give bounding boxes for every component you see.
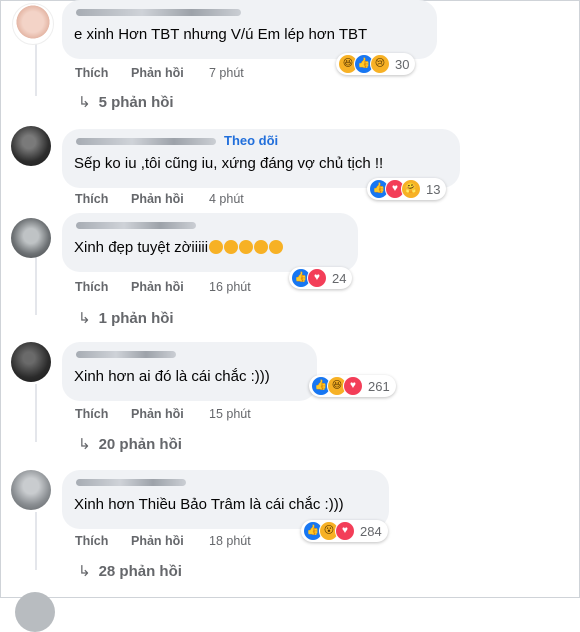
reply-arrow-icon: ↳ [78,563,91,580]
thread-line [35,512,37,570]
view-replies-label: 28 phản hồi [98,563,182,580]
comment-text: Xinh hơn ai đó là cái chắc :))) [74,368,270,385]
reaction-summary[interactable]: 👍 ♥ 🤗 13 [367,178,447,200]
view-replies-link[interactable]: ↳ 28 phản hồi [78,562,182,580]
reply-arrow-icon: ↳ [78,94,91,111]
reaction-count: 24 [332,270,347,286]
view-replies-link[interactable]: ↳ 20 phản hồi [78,435,182,453]
thread-line [35,44,37,96]
timestamp[interactable]: 7 phút [209,66,244,80]
comment-text-body: Xinh đẹp tuyệt zờiiiii [74,239,209,256]
avatar[interactable] [12,3,54,45]
reply-arrow-icon: ↳ [78,436,91,453]
emoji-suffix [208,239,284,256]
reaction-count: 261 [368,378,390,394]
smile-emoji-icon [209,240,224,254]
heart-face-emoji-icon [239,240,254,254]
smile-emoji-icon [224,240,239,254]
reply-button[interactable]: Phản hồi [131,407,184,421]
reply-button[interactable]: Phản hồi [131,280,184,294]
like-button[interactable]: Thích [75,66,108,80]
like-button[interactable]: Thích [75,407,108,421]
sad-reaction-icon: 😢 [370,54,390,74]
view-replies-label: 1 phản hồi [98,310,174,327]
reaction-count: 13 [426,181,441,197]
author-name[interactable] [76,479,186,486]
reaction-count: 30 [395,56,410,72]
heart-face-emoji-icon [254,240,269,254]
timestamp[interactable]: 15 phút [209,407,251,421]
timestamp[interactable]: 18 phút [209,534,251,548]
thread-line [35,384,37,442]
avatar[interactable] [11,218,51,258]
author-name[interactable] [76,351,176,358]
author-name[interactable] [76,9,241,16]
timestamp[interactable]: 4 phút [209,192,244,206]
follow-link[interactable]: Theo dõi [224,133,278,148]
avatar[interactable] [15,592,55,632]
reaction-summary[interactable]: 👍 ♥ 24 [289,267,353,289]
reaction-summary[interactable]: 😆 👍 😢 30 [336,53,416,75]
comment-bubble: Xinh hơn ai đó là cái chắc :))) [62,342,317,401]
love-reaction-icon: ♥ [343,376,363,396]
avatar[interactable] [11,342,51,382]
author-name[interactable] [76,222,196,229]
comment-text: Xinh hơn Thiều Bảo Trâm là cái chắc :))) [74,496,344,513]
view-replies-link[interactable]: ↳ 1 phản hồi [78,309,174,327]
timestamp[interactable]: 16 phút [209,280,251,294]
love-reaction-icon: ♥ [335,521,355,541]
avatar[interactable] [11,126,51,166]
reply-button[interactable]: Phản hồi [131,534,184,548]
love-reaction-icon: ♥ [307,268,327,288]
author-name[interactable] [76,138,216,145]
reply-arrow-icon: ↳ [78,310,91,327]
comment-text: Sếp ko iu ,tôi cũng iu, xứng đáng vợ chủ… [74,155,384,172]
comment-text: e xinh Hơn TBT nhưng V/ú Em lép hơn TBT [74,26,368,43]
view-replies-link[interactable]: ↳ 5 phản hồi [78,93,174,111]
like-button[interactable]: Thích [75,280,108,294]
reaction-summary[interactable]: 👍 😆 ♥ 261 [309,375,396,397]
comment-bubble: e xinh Hơn TBT nhưng V/ú Em lép hơn TBT [62,0,437,59]
reply-button[interactable]: Phản hồi [131,192,184,206]
reply-button[interactable]: Phản hồi [131,66,184,80]
reaction-count: 284 [360,523,382,539]
avatar[interactable] [11,470,51,510]
comment-text: Xinh đẹp tuyệt zờiiiii [74,239,284,256]
heart-face-emoji-icon [269,240,284,254]
reaction-summary[interactable]: 👍 😮 ♥ 284 [301,520,388,542]
like-button[interactable]: Thích [75,534,108,548]
view-replies-label: 20 phản hồi [98,436,182,453]
care-reaction-icon: 🤗 [401,179,421,199]
comment-bubble: Xinh đẹp tuyệt zờiiiii [62,213,358,272]
view-replies-label: 5 phản hồi [98,94,174,111]
like-button[interactable]: Thích [75,192,108,206]
